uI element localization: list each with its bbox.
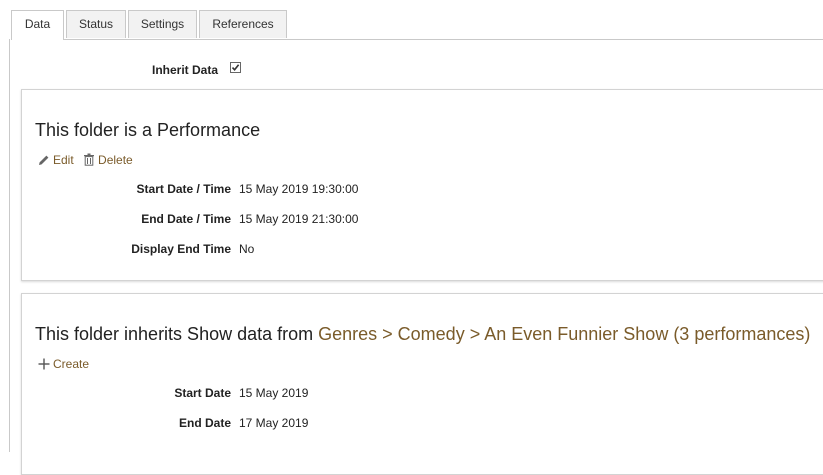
- delete-label: Delete: [98, 153, 133, 167]
- field-row-display-end-time: Display End Time No: [22, 242, 722, 258]
- tab-bar: Data Status Settings References: [11, 10, 823, 40]
- plus-icon: [38, 358, 50, 370]
- tab-settings[interactable]: Settings: [128, 10, 197, 38]
- performance-actions: Edit Delete: [38, 153, 139, 167]
- show-panel: This folder inherits Show data from Genr…: [21, 293, 823, 475]
- field-label: End Date / Time: [141, 212, 231, 226]
- trash-icon: [84, 153, 95, 166]
- performance-panel: This folder is a Performance Edit Delete…: [21, 89, 823, 281]
- edit-button[interactable]: Edit: [38, 153, 74, 167]
- create-button[interactable]: Create: [38, 357, 89, 371]
- field-label: Display End Time: [131, 242, 231, 256]
- tab-data[interactable]: Data: [11, 10, 64, 40]
- show-actions: Create: [38, 357, 95, 371]
- tab-content-data: Inherit Data This folder is a Performanc…: [9, 39, 823, 475]
- inherit-data-row: Inherit Data: [10, 61, 310, 77]
- show-breadcrumb-link[interactable]: Genres > Comedy > An Even Funnier Show (…: [318, 324, 810, 344]
- checkmark-icon: [231, 64, 240, 72]
- field-row-start-date: Start Date 15 May 2019: [22, 386, 722, 402]
- field-label: Start Date: [174, 386, 231, 400]
- create-label: Create: [53, 357, 90, 371]
- field-value: 15 May 2019: [239, 386, 309, 400]
- field-label: End Date: [178, 416, 231, 430]
- performance-panel-title: This folder is a Performance: [35, 120, 261, 140]
- delete-button[interactable]: Delete: [83, 153, 133, 167]
- field-label: Start Date / Time: [136, 182, 231, 196]
- field-value: 15 May 2019 21:30:00: [239, 212, 359, 226]
- show-panel-title-prefix: This folder inherits Show data from: [35, 324, 319, 344]
- inherit-data-label: Inherit Data: [151, 63, 218, 77]
- inherit-data-checkbox[interactable]: [230, 62, 241, 73]
- tab-status[interactable]: Status: [66, 10, 126, 38]
- edit-label: Edit: [53, 153, 74, 167]
- field-row-end-datetime: End Date / Time 15 May 2019 21:30:00: [22, 212, 722, 228]
- tab-references[interactable]: References: [199, 10, 287, 38]
- field-value: 15 May 2019 19:30:00: [239, 182, 359, 196]
- field-row-end-date: End Date 17 May 2019: [22, 416, 722, 432]
- pencil-icon: [39, 155, 49, 165]
- field-value: No: [239, 242, 255, 256]
- field-row-start-datetime: Start Date / Time 15 May 2019 19:30:00: [22, 182, 722, 198]
- show-panel-title: This folder inherits Show data from Genr…: [35, 324, 810, 345]
- field-value: 17 May 2019: [239, 416, 309, 430]
